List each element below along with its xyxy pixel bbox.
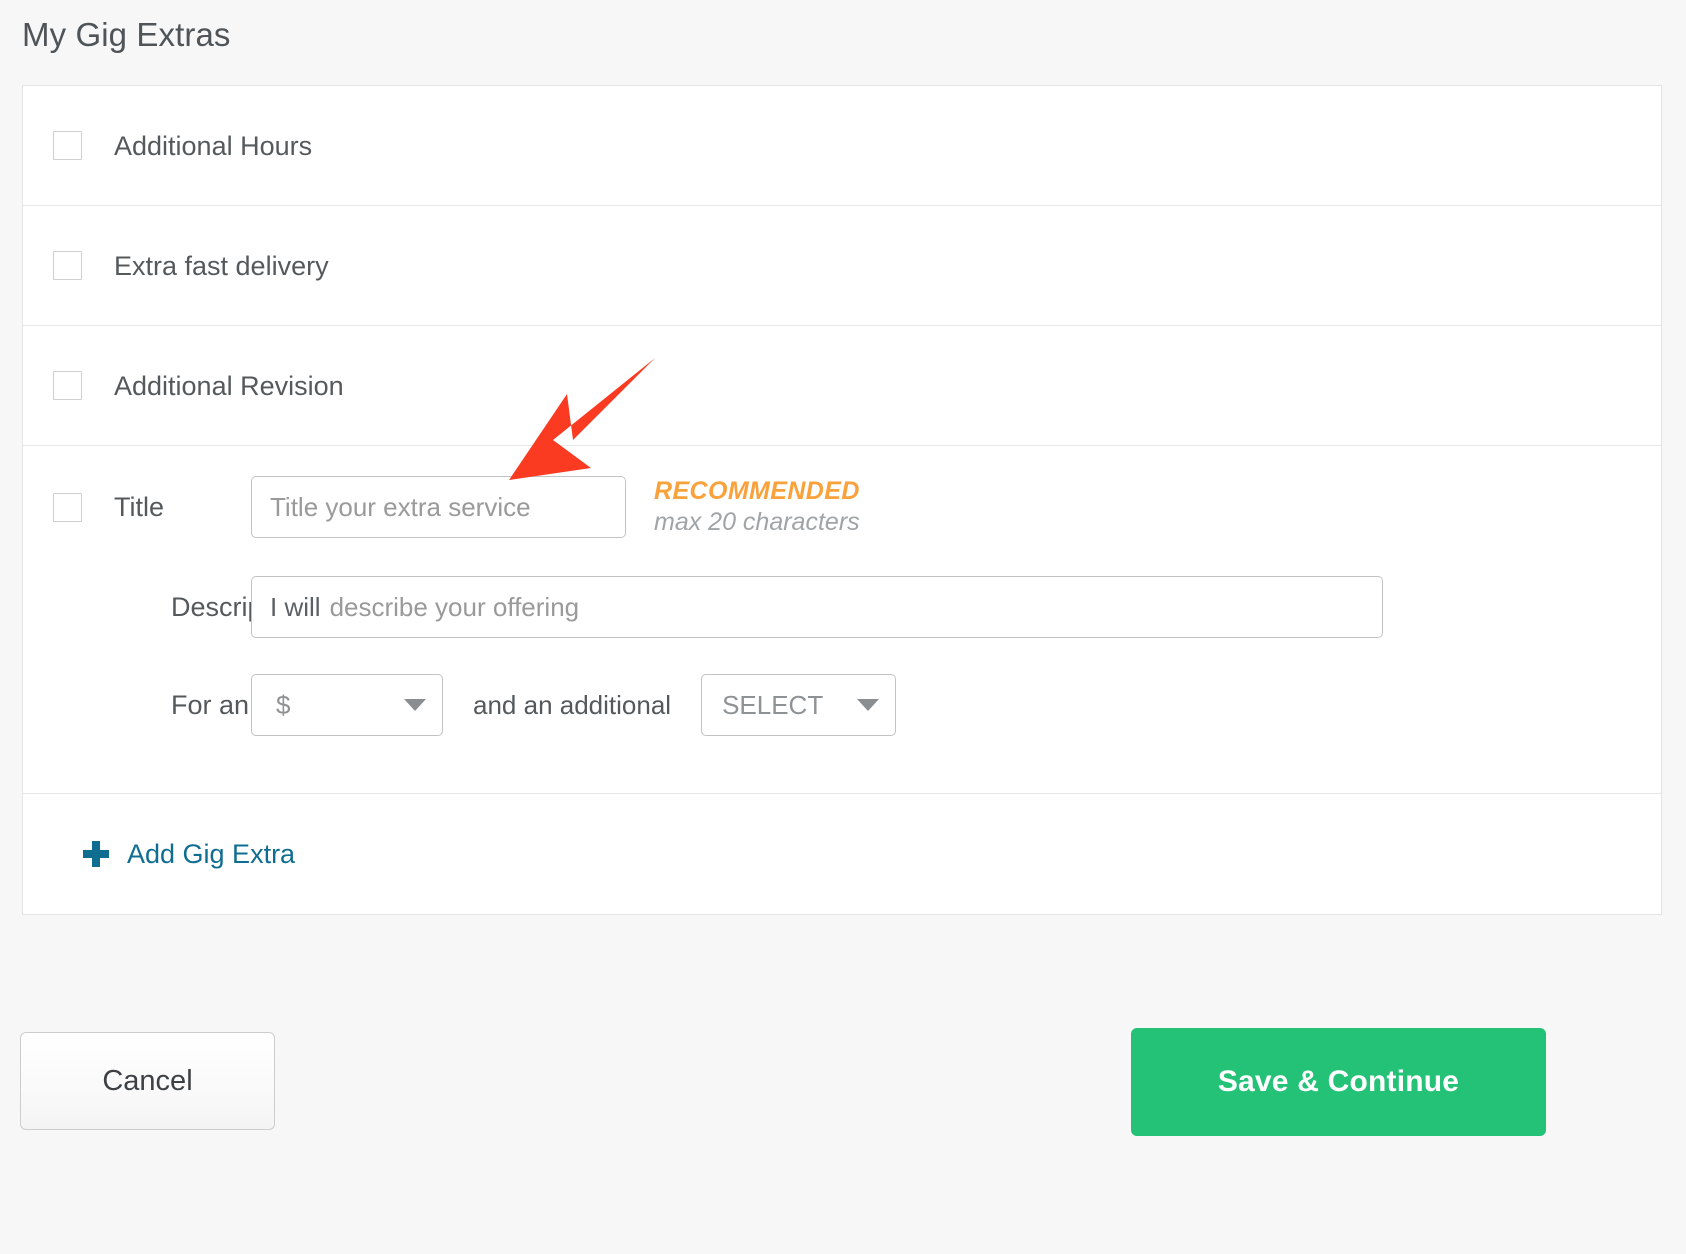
description-field-line: Description I will describe your offerin… (53, 576, 1383, 638)
description-input-placeholder: describe your offering (329, 591, 580, 622)
checkbox-custom-extra[interactable] (53, 492, 82, 522)
checkbox-extra-fast-delivery[interactable] (53, 251, 82, 280)
add-gig-extra-button[interactable]: Add Gig Extra (83, 839, 295, 869)
page-title: My Gig Extras (22, 16, 231, 53)
checkbox-additional-revision[interactable] (53, 371, 82, 400)
duration-select[interactable]: SELECT (701, 674, 897, 736)
custom-gig-extra-row: Title Title your extra service RECOMMEND… (23, 446, 1661, 794)
title-input-placeholder: Title your extra service (270, 491, 531, 522)
gig-extra-option-row[interactable]: Extra fast delivery (23, 206, 1661, 326)
title-input[interactable]: Title your extra service (251, 476, 626, 538)
additional-time-text: and an additional (473, 689, 672, 720)
title-hint: RECOMMENDED max 20 characters (654, 476, 860, 536)
description-input[interactable]: I will describe your offering (251, 576, 1383, 638)
chevron-down-icon (404, 699, 426, 711)
cancel-button[interactable]: Cancel (20, 1032, 275, 1130)
gig-extra-option-label: Additional Revision (114, 370, 344, 401)
gig-extra-option-label: Additional Hours (114, 130, 313, 161)
cancel-button-label: Cancel (102, 1064, 193, 1097)
title-field-line: Title Title your extra service RECOMMEND… (53, 476, 860, 538)
save-button-label: Save & Continue (1217, 1065, 1460, 1098)
duration-select-value: SELECT (722, 689, 824, 720)
add-gig-extra-row[interactable]: Add Gig Extra (23, 794, 1661, 914)
max-characters-hint: max 20 characters (654, 508, 860, 536)
plus-icon (83, 841, 109, 867)
currency-select-value: $ (276, 689, 291, 720)
gig-extra-option-row[interactable]: Additional Hours (23, 86, 1661, 206)
description-prefix: I will (270, 591, 321, 622)
save-and-continue-button[interactable]: Save & Continue (1131, 1028, 1546, 1136)
gig-extras-page: My Gig Extras Additional Hours Extra fas… (0, 0, 1686, 1254)
gig-extra-option-label: Extra fast delivery (114, 250, 329, 281)
currency-select[interactable]: $ (251, 674, 443, 736)
price-field-line: For an extra $ and an additional SELECT (53, 674, 897, 736)
checkbox-additional-hours[interactable] (53, 131, 82, 160)
title-label: Title (114, 492, 165, 522)
add-gig-extra-label: Add Gig Extra (127, 839, 296, 869)
chevron-down-icon (857, 699, 880, 711)
gig-extras-card: Additional Hours Extra fast delivery Add… (22, 85, 1662, 915)
recommended-badge: RECOMMENDED (654, 476, 860, 505)
gig-extra-option-row[interactable]: Additional Revision (23, 326, 1661, 446)
